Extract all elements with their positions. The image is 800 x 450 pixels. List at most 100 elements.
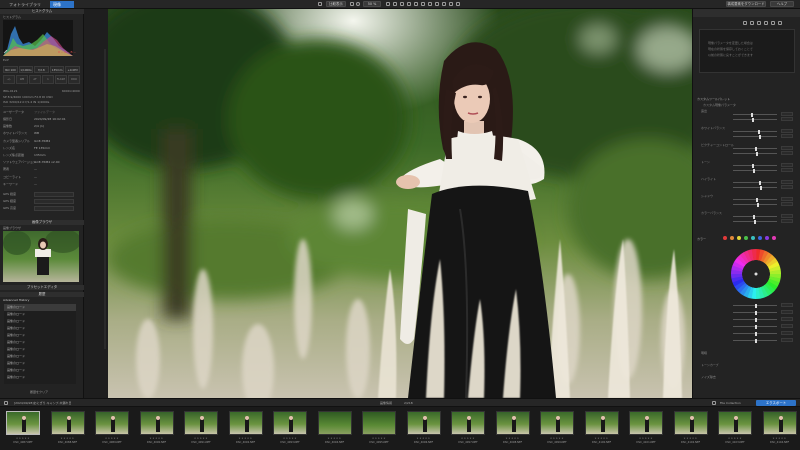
slider-knob[interactable]: [753, 214, 755, 219]
zoom-icon[interactable]: [356, 2, 360, 6]
file-collection-label[interactable]: File Collection: [720, 401, 741, 405]
folder-path[interactable]: [2024/09/28]おにぎり,キャンプ,木漏れ日: [14, 401, 71, 405]
slider-value-field[interactable]: [781, 219, 793, 223]
slider[interactable]: [733, 134, 777, 139]
slider[interactable]: [733, 219, 777, 224]
slider[interactable]: [733, 324, 777, 329]
color-swatch[interactable]: [723, 236, 727, 240]
tool-icon-6[interactable]: [778, 21, 782, 25]
slider-knob[interactable]: [755, 146, 757, 151]
slider-knob[interactable]: [752, 117, 754, 122]
lower-section-label[interactable]: ノイズ除去: [701, 375, 716, 379]
slider-value-field[interactable]: [781, 151, 793, 155]
slider-knob[interactable]: [759, 134, 761, 139]
slider-value-field[interactable]: [781, 134, 793, 138]
slider-knob[interactable]: [753, 168, 755, 173]
history-group-label[interactable]: Advanced History: [3, 298, 29, 302]
slider[interactable]: [733, 197, 777, 202]
slider-knob[interactable]: [759, 180, 761, 185]
slider-value-field[interactable]: [781, 168, 793, 172]
zoom-select[interactable]: 50 %: [363, 1, 381, 7]
thumbnail-rating[interactable]: ★★★★★: [359, 437, 399, 440]
history-item[interactable]: 画像のロード: [4, 346, 76, 353]
filmstrip-thumbnail[interactable]: [228, 411, 263, 435]
brush-icon[interactable]: [400, 2, 404, 6]
filmstrip-thumbnail[interactable]: [184, 411, 218, 435]
history-item[interactable]: 画像のロード: [4, 374, 76, 381]
slider-value-field[interactable]: [781, 202, 793, 206]
straighten-icon[interactable]: [393, 2, 397, 6]
filmstrip-thumbnail[interactable]: [317, 411, 352, 435]
color-swatch[interactable]: [744, 236, 748, 240]
info-icon[interactable]: [449, 2, 453, 6]
history-item[interactable]: 画像のロード: [4, 311, 76, 318]
history-item[interactable]: 画像のロード: [4, 339, 76, 346]
collection-icon[interactable]: [712, 401, 716, 405]
filmstrip-thumbnail[interactable]: [6, 411, 40, 435]
slider[interactable]: [733, 338, 777, 343]
tool-icon-1[interactable]: [743, 21, 747, 25]
color-swatch[interactable]: [737, 236, 741, 240]
overlay-icon[interactable]: [428, 2, 432, 6]
histogram-header[interactable]: ヒストグラム: [0, 9, 84, 14]
slider-value-field[interactable]: [781, 197, 793, 201]
history-item[interactable]: 画像のロード: [4, 353, 76, 360]
filmstrip-thumbnail[interactable]: [95, 411, 129, 435]
filmstrip-thumbnail[interactable]: [406, 411, 441, 435]
filmstrip-thumbnail[interactable]: [273, 411, 307, 435]
tab-develop[interactable]: 現像: [50, 1, 74, 8]
eyedropper-icon[interactable]: [3, 49, 8, 54]
navigator-preview[interactable]: [3, 231, 79, 282]
slider[interactable]: [733, 112, 777, 117]
slider[interactable]: [733, 180, 777, 185]
filmstrip-thumbnail[interactable]: [495, 411, 530, 435]
filmstrip-thumbnail[interactable]: [718, 411, 752, 435]
slider-section-label[interactable]: ピクチャーコントロール: [701, 143, 734, 147]
filmstrip-thumbnail[interactable]: [673, 411, 708, 435]
rotate-icon[interactable]: [442, 2, 446, 6]
thumbnail-rating[interactable]: ★★★★★: [760, 437, 800, 440]
compare-icon[interactable]: [435, 2, 439, 6]
thumbnail-rating[interactable]: ★★★★★: [48, 437, 88, 440]
history-item[interactable]: 画像のロード: [4, 318, 76, 325]
metadata-tab-user[interactable]: ユーザーデータ: [3, 110, 24, 114]
slider[interactable]: [733, 214, 777, 219]
filmstrip-thumbnail[interactable]: [629, 411, 663, 435]
filmstrip-thumbnail[interactable]: [362, 411, 396, 435]
export-button[interactable]: エクスポート: [756, 400, 796, 406]
thumbnail-rating[interactable]: ★★★★★: [626, 437, 666, 440]
slider-value-field[interactable]: [781, 180, 793, 184]
slider-value-field[interactable]: [781, 112, 793, 116]
filmstrip-thumbnail[interactable]: [540, 411, 574, 435]
thumbnail-rating[interactable]: ★★★★★: [137, 437, 177, 440]
thumbnail-rating[interactable]: ★★★★★: [448, 437, 488, 440]
thumbnail-rating[interactable]: ★★★★★: [226, 437, 266, 440]
filmstrip-toggle-icon[interactable]: [4, 401, 8, 405]
crop-icon[interactable]: [386, 2, 390, 6]
slider-knob[interactable]: [760, 185, 762, 190]
slider[interactable]: [733, 129, 777, 134]
preset-editor-header[interactable]: プリセットエディタ: [0, 285, 84, 290]
color-swatch[interactable]: [758, 236, 762, 240]
history-header[interactable]: 履歴: [0, 292, 84, 297]
filmstrip-thumbnail[interactable]: [451, 411, 485, 435]
gps-field[interactable]: [34, 199, 74, 204]
filmstrip-thumbnail[interactable]: [139, 411, 174, 435]
slider-value-field[interactable]: [781, 317, 793, 321]
gps-field[interactable]: [34, 192, 74, 197]
slider[interactable]: [733, 117, 777, 122]
thumbnail-rating[interactable]: ★★★★★: [671, 437, 711, 440]
color-swatch[interactable]: [765, 236, 769, 240]
thumbnail-rating[interactable]: ★★★★★: [92, 437, 132, 440]
slider-value-field[interactable]: [781, 331, 793, 335]
help-button[interactable]: ヘルプ: [770, 1, 794, 7]
slider[interactable]: [733, 146, 777, 151]
slider-knob[interactable]: [755, 338, 757, 343]
slider-knob[interactable]: [758, 129, 760, 134]
color-wheel[interactable]: [731, 249, 781, 299]
slider-knob[interactable]: [752, 163, 754, 168]
color-swatch[interactable]: [751, 236, 755, 240]
color-swatch[interactable]: [772, 236, 776, 240]
color-swatch[interactable]: [730, 236, 734, 240]
slider[interactable]: [733, 310, 777, 315]
